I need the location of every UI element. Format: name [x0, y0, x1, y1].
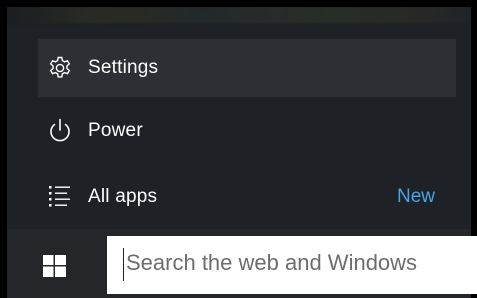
taskbar: Search the web and Windows: [7, 229, 477, 298]
menu-item-all-apps[interactable]: All apps New: [7, 169, 471, 225]
search-placeholder: Search the web and Windows: [126, 250, 418, 275]
menu-item-label: Power: [88, 120, 143, 141]
power-icon: [45, 116, 75, 146]
menu-item-settings[interactable]: Settings: [38, 39, 456, 97]
menu-item-power[interactable]: Power: [7, 103, 471, 159]
start-menu: Settings Power All apps New: [7, 7, 471, 229]
windows-logo-icon: [43, 255, 66, 277]
new-badge: New: [396, 186, 435, 207]
blurred-tiles-background: [7, 7, 471, 23]
start-button[interactable]: [7, 229, 107, 298]
menu-item-label: All apps: [88, 186, 158, 207]
menu-item-label: Settings: [88, 57, 159, 78]
screen-frame: Settings Power All apps New Search the w…: [0, 0, 477, 298]
gear-icon: [45, 53, 75, 83]
search-input[interactable]: Search the web and Windows: [107, 236, 477, 294]
text-caret: [123, 248, 124, 281]
all-apps-icon: [45, 182, 75, 212]
